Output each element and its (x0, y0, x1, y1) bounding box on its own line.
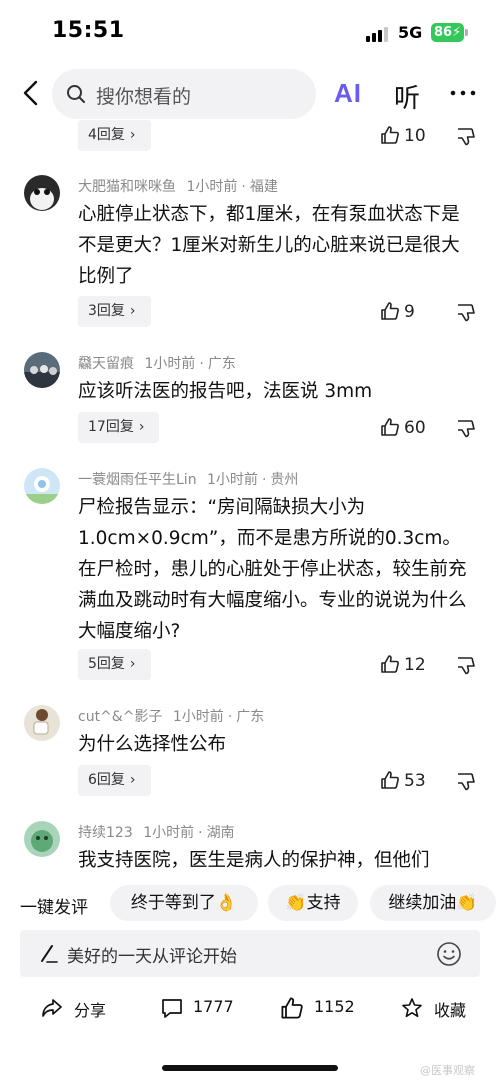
comment-text: 我支持医院，医生是病人的保护神，但他们 (78, 850, 430, 870)
quick-reply-chip[interactable]: 继续加油👏 (370, 885, 496, 921)
thumbs-down-icon[interactable] (456, 127, 476, 147)
bottom-action-bar: 分享 1777 1152 收藏 (0, 990, 500, 1030)
star-icon (402, 998, 422, 1018)
comment-time: 1小时前 (144, 356, 196, 372)
like-count: 10 (404, 126, 426, 146)
comment-meta: 持续123 1小时前 · 湖南 (78, 825, 235, 841)
thumbs-down-icon[interactable] (456, 772, 476, 792)
network-type: 5G (398, 23, 423, 42)
like-count: 1152 (314, 997, 355, 1016)
comment-time: 1小时前 (207, 472, 258, 488)
battery-level: 86 (434, 25, 453, 40)
comment-meta: cut^&^影子 1小时前 · 广东 (78, 709, 265, 725)
comment-count: 1777 (193, 997, 234, 1016)
search-input[interactable]: 搜你想看的 (52, 69, 316, 119)
avatar[interactable] (24, 705, 60, 741)
username[interactable]: 持续123 (78, 825, 133, 841)
more-icon (450, 90, 476, 96)
pen-icon (41, 945, 58, 963)
comment-location: 广东 (207, 356, 236, 372)
back-arrow-icon (23, 80, 38, 106)
search-icon (67, 85, 85, 103)
like-button[interactable]: 1152 (280, 994, 360, 1022)
comment-location: 贵州 (270, 472, 299, 488)
share-icon (42, 999, 62, 1017)
thumbs-up-icon (381, 655, 399, 673)
comment-button[interactable]: 1777 (160, 994, 240, 1022)
reply-count-button[interactable]: 3回复 › (78, 296, 151, 327)
comment-input[interactable]: 美好的一天从评论开始 (20, 930, 480, 977)
thumbs-up-icon (381, 126, 399, 144)
battery-tip (465, 29, 468, 36)
comment-meta: 大肥猫和咪咪鱼 1小时前 · 福建 (78, 179, 278, 195)
ai-button[interactable]: AI (334, 78, 362, 109)
username[interactable]: 大肥猫和咪咪鱼 (78, 179, 176, 195)
avatar[interactable] (24, 352, 60, 388)
watermark: @医事观察 (420, 1064, 475, 1077)
clap-emoji-icon: 👏 (456, 893, 478, 913)
quick-reply-bar: 一键发评 终于等到了👌 👏支持 继续加油👏 (0, 884, 500, 924)
emoji-icon[interactable] (436, 941, 462, 967)
comment-location: 湖南 (206, 825, 235, 841)
comment-text: 尸检报告显示：“房间隔缺损大小为1.0cm×0.9cm”，而不是患方所说的0.3… (78, 497, 467, 642)
battery-icon: 86⚡ (431, 23, 464, 42)
more-button[interactable] (448, 78, 478, 108)
search-placeholder: 搜你想看的 (96, 86, 192, 108)
reply-count-button[interactable]: 17回复 › (78, 412, 159, 443)
like-count: 12 (404, 655, 426, 675)
clap-emoji-icon: 👏 (285, 893, 307, 913)
thumbs-up-icon (381, 302, 399, 320)
like-count: 60 (404, 418, 426, 438)
comment-location: 福建 (249, 179, 278, 195)
thumbs-up-icon (381, 418, 399, 436)
username[interactable]: 飝天留痕 (78, 356, 134, 372)
favorite-label: 收藏 (434, 1001, 467, 1020)
comment-location: 广东 (236, 709, 265, 725)
back-button[interactable] (16, 78, 46, 108)
comment-list: 4回复 › 10 大肥猫和咪咪鱼 1小时前 · 福建 心脏停止状态下，都1厘米，在有泵… (0, 120, 500, 870)
comment-placeholder: 美好的一天从评论开始 (67, 947, 237, 967)
comment-meta: 飝天留痕 1小时前 · 广东 (78, 356, 236, 372)
username[interactable]: cut^&^影子 (78, 709, 162, 725)
comment-time: 1小时前 (143, 825, 195, 841)
listen-button[interactable]: 听 (394, 78, 420, 115)
home-indicator[interactable] (162, 1065, 338, 1071)
reply-count-button[interactable]: 6回复 › (78, 765, 151, 796)
status-bar: 15:51 5G 86⚡ (0, 0, 500, 62)
thumbs-down-icon[interactable] (456, 656, 476, 676)
share-label: 分享 (74, 1001, 107, 1020)
quick-reply-chip[interactable]: 👏支持 (268, 885, 358, 921)
avatar[interactable] (24, 821, 60, 857)
reply-count-button[interactable]: 4回复 › (78, 120, 151, 151)
avatar[interactable] (24, 175, 60, 211)
reply-count-button[interactable]: 5回复 › (78, 649, 151, 680)
ok-hand-emoji-icon: 👌 (215, 893, 238, 913)
comment-text: 心脏停止状态下，都1厘米，在有泵血状态下是不是更大？1厘米对新生儿的心脏来说已是… (78, 204, 460, 287)
comment-icon (162, 999, 182, 1018)
thumbs-up-icon (381, 771, 399, 789)
like-count: 9 (404, 302, 415, 322)
top-nav: 搜你想看的 AI 听 (0, 64, 500, 122)
comment-text: 为什么选择性公布 (78, 734, 227, 755)
signal-icon (366, 26, 390, 42)
comment-time: 1小时前 (172, 709, 224, 725)
thumbs-down-icon[interactable] (456, 303, 476, 323)
thumbs-up-icon (281, 997, 303, 1019)
quick-reply-label: 一键发评 (20, 898, 88, 918)
username[interactable]: 一蓑烟雨任平生Lin (78, 472, 197, 488)
comment-text: 应该听法医的报告吧，法医说 3mm (78, 381, 373, 402)
favorite-button[interactable]: 收藏 (400, 994, 480, 1022)
like-count: 53 (404, 771, 426, 791)
thumbs-down-icon[interactable] (456, 419, 476, 439)
quick-reply-chip[interactable]: 终于等到了👌 (110, 885, 258, 921)
avatar[interactable] (24, 468, 60, 504)
comment-time: 1小时前 (186, 179, 238, 195)
status-time: 15:51 (52, 18, 125, 43)
comment-meta: 一蓑烟雨任平生Lin 1小时前 · 贵州 (78, 472, 299, 488)
share-button[interactable]: 分享 (40, 994, 120, 1022)
